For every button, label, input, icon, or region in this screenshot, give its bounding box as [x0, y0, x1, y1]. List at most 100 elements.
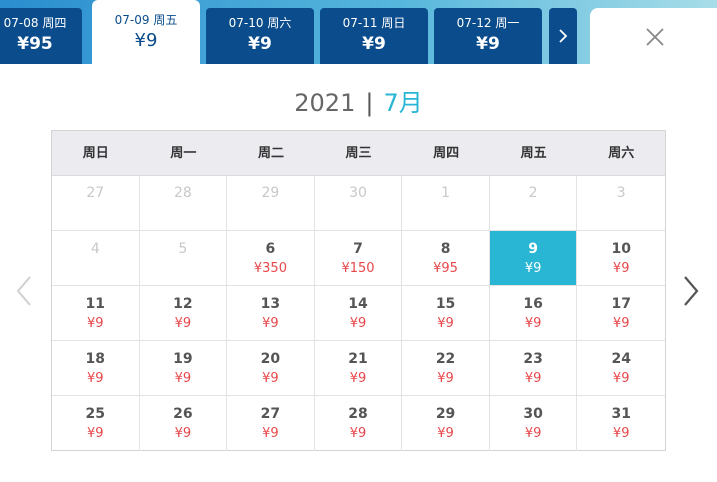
weekday-sat: 周六 — [608, 146, 635, 161]
weekday-sun: 周日 — [82, 146, 109, 161]
calendar-day: 30 — [314, 176, 403, 231]
day-number: 12 — [173, 296, 193, 312]
day-number: 10 — [611, 241, 631, 257]
chevron-left-icon — [16, 276, 31, 306]
day-number: 2 — [528, 185, 538, 201]
day-number: 23 — [523, 351, 543, 367]
day-price: ¥9 — [87, 316, 104, 331]
date-tab-price: ¥9 — [248, 34, 272, 54]
day-number: 25 — [85, 406, 106, 422]
calendar-day[interactable]: 29 ¥9 — [402, 396, 490, 451]
calendar-day[interactable]: 13 ¥9 — [227, 286, 315, 341]
day-number: 26 — [173, 406, 193, 422]
day-price: ¥9 — [524, 261, 542, 276]
day-number: 28 — [173, 185, 192, 201]
date-tab-date: 07-08 周四 — [3, 16, 67, 30]
date-tab-price: ¥9 — [476, 34, 500, 54]
day-price: ¥150 — [341, 261, 375, 276]
calendar-day-selected[interactable]: 9 ¥9 — [489, 231, 578, 286]
date-tab-date: 07-12 周一 — [456, 16, 520, 30]
day-number: 29 — [261, 185, 280, 201]
calendar-day[interactable]: 20 ¥9 — [227, 341, 315, 396]
day-number: 6 — [265, 241, 276, 257]
day-number: 16 — [523, 296, 543, 312]
date-tab-0711[interactable]: 07-11 周日 ¥9 — [320, 8, 428, 64]
day-number: 3 — [616, 185, 626, 201]
date-tab-0708[interactable]: 07-08 周四 ¥95 — [0, 8, 82, 64]
prev-month-button[interactable] — [14, 274, 34, 308]
day-price: ¥9 — [262, 426, 279, 441]
calendar-day[interactable]: 21 ¥9 — [314, 341, 403, 396]
calendar-day[interactable]: 14 ¥9 — [314, 286, 403, 341]
day-number: 20 — [260, 351, 281, 367]
calendar-day[interactable]: 17 ¥9 — [577, 286, 665, 341]
calendar-day[interactable]: 19 ¥9 — [139, 341, 228, 396]
day-number: 7 — [353, 241, 363, 257]
day-price: ¥9 — [612, 261, 630, 276]
date-tab-price: ¥9 — [134, 30, 158, 51]
day-number: 1 — [441, 185, 451, 201]
weekday-tue: 周二 — [257, 146, 284, 161]
day-number: 13 — [260, 296, 281, 312]
day-price: ¥9 — [87, 426, 104, 441]
day-price: ¥9 — [174, 371, 192, 386]
calendar-day: 3 — [577, 176, 665, 231]
calendar-day[interactable]: 27 ¥9 — [227, 396, 315, 451]
date-tab-date: 07-11 周日 — [342, 16, 406, 30]
calendar-day[interactable]: 31 ¥9 — [577, 396, 665, 451]
next-month-button[interactable] — [681, 274, 701, 308]
calendar-day[interactable]: 30 ¥9 — [490, 396, 578, 451]
calendar-day[interactable]: 7 ¥150 — [314, 231, 403, 286]
day-number: 31 — [611, 406, 631, 422]
day-number: 21 — [348, 351, 368, 367]
day-price: ¥9 — [87, 371, 104, 386]
calendar-day[interactable]: 26 ¥9 — [140, 396, 228, 451]
calendar-day: 1 — [402, 176, 490, 231]
calendar-day[interactable]: 6 ¥350 — [227, 231, 315, 286]
date-tab-price: ¥95 — [17, 34, 53, 54]
month-label: 7月 — [383, 89, 423, 117]
chevron-right-icon — [559, 29, 568, 43]
day-number: 18 — [85, 351, 106, 367]
year-label: 2021 — [294, 89, 356, 117]
calendar-day[interactable]: 11 ¥9 — [52, 286, 140, 341]
weekday-mon: 周一 — [170, 146, 197, 161]
day-price: ¥9 — [524, 371, 542, 386]
date-tab-0710[interactable]: 07-10 周六 ¥9 — [206, 8, 314, 64]
calendar-day[interactable]: 25 ¥9 — [52, 396, 140, 451]
day-price: ¥9 — [612, 426, 630, 441]
day-number: 8 — [440, 241, 451, 257]
day-price: ¥9 — [349, 316, 367, 331]
day-number: 22 — [435, 351, 456, 367]
date-tab-0709-selected[interactable]: 07-09 周五 ¥9 — [92, 0, 200, 64]
calendar-day[interactable]: 23 ¥9 — [489, 341, 578, 396]
calendar-day[interactable]: 12 ¥9 — [139, 286, 228, 341]
weekday-thu: 周四 — [433, 146, 460, 161]
calendar-day[interactable]: 16 ¥9 — [489, 286, 578, 341]
day-price: ¥9 — [437, 426, 454, 441]
calendar-day: 4 — [52, 231, 140, 286]
calendar-day[interactable]: 18 ¥9 — [52, 341, 140, 396]
calendar-day: 29 — [227, 176, 315, 231]
day-number: 24 — [611, 351, 631, 367]
next-dates-button[interactable] — [549, 8, 577, 64]
day-number: 29 — [435, 406, 456, 422]
day-number: 14 — [348, 296, 368, 312]
date-tab-date: 07-10 周六 — [228, 16, 292, 30]
calendar-day[interactable]: 15 ¥9 — [402, 286, 490, 341]
day-number: 4 — [90, 241, 100, 257]
day-number: 27 — [86, 185, 105, 201]
close-button[interactable] — [643, 25, 667, 49]
calendar-day[interactable]: 28 ¥9 — [315, 396, 403, 451]
calendar-day[interactable]: 8 ¥95 — [402, 231, 490, 286]
title-separator: | — [365, 89, 374, 117]
day-number: 11 — [85, 296, 106, 312]
weekday-wed: 周三 — [345, 146, 372, 161]
date-tab-0712[interactable]: 07-12 周一 ¥9 — [434, 8, 542, 64]
calendar-day[interactable]: 10 ¥9 — [577, 231, 665, 286]
calendar-day[interactable]: 22 ¥9 — [402, 341, 490, 396]
day-price: ¥9 — [437, 316, 454, 331]
day-price: ¥9 — [524, 426, 542, 441]
day-price: ¥95 — [433, 261, 458, 276]
calendar-day[interactable]: 24 ¥9 — [577, 341, 665, 396]
